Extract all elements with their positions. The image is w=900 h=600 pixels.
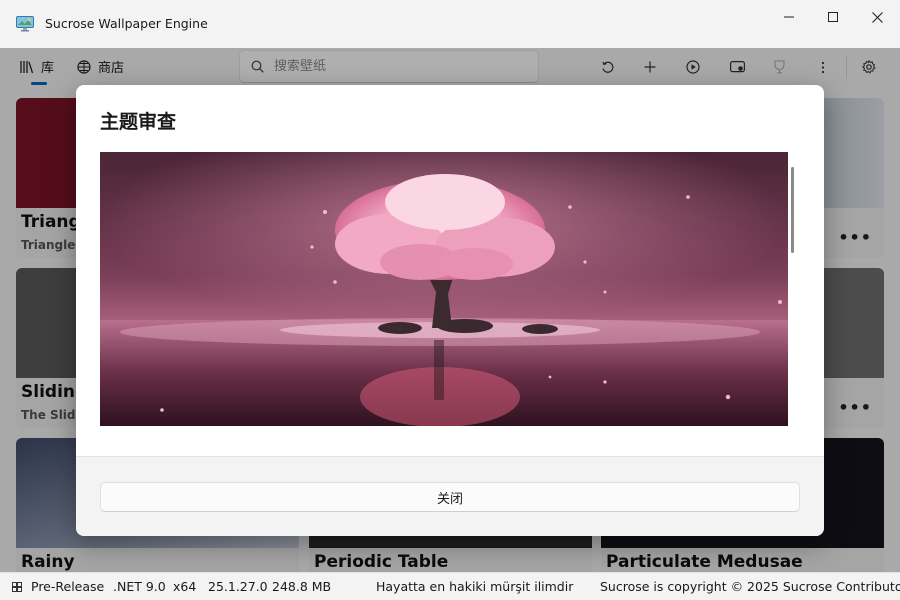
dialog-title: 主题审查 xyxy=(100,111,177,133)
status-memory: 248.8 MB xyxy=(272,579,332,594)
title-bar: Sucrose Wallpaper Engine xyxy=(0,0,900,48)
status-version: 25.1.27.0 xyxy=(208,579,268,594)
status-arch: x64 xyxy=(173,579,197,594)
window-title: Sucrose Wallpaper Engine xyxy=(45,16,208,31)
status-quote: Hayatta en hakiki mürşit ilimdir xyxy=(376,579,574,594)
theme-preview-image xyxy=(100,152,788,426)
status-channel: Pre-Release xyxy=(31,579,105,594)
status-framework: .NET 9.0 xyxy=(113,579,166,594)
dialog-footer: 关闭 xyxy=(76,456,824,536)
status-copyright: Sucrose is copyright © 2025 Sucrose Cont… xyxy=(600,579,900,594)
maximize-button[interactable] xyxy=(810,0,856,34)
monitor-app-icon xyxy=(16,16,34,32)
close-dialog-button[interactable]: 关闭 xyxy=(100,482,800,512)
grid-icon xyxy=(12,580,22,595)
close-window-button[interactable] xyxy=(854,0,900,34)
minimize-icon xyxy=(784,16,794,18)
close-icon xyxy=(871,11,883,23)
theme-review-dialog: 主题审查 关闭 xyxy=(76,85,824,536)
minimize-button[interactable] xyxy=(766,0,812,34)
maximize-icon xyxy=(828,12,838,22)
dialog-scrollbar-thumb[interactable] xyxy=(791,167,794,253)
status-bar: Pre-Release .NET 9.0 x64 25.1.27.0 248.8… xyxy=(0,572,900,600)
